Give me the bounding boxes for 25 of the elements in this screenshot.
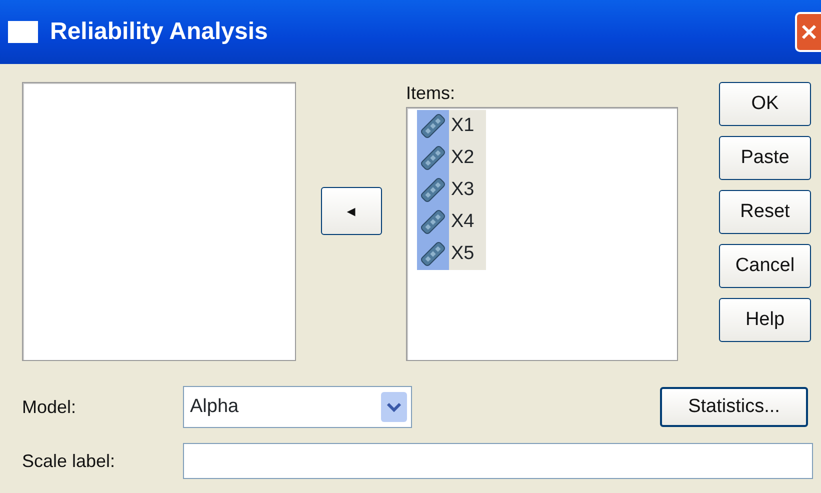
close-icon xyxy=(799,22,819,42)
dialog-button[interactable]: Help xyxy=(719,298,811,342)
list-item[interactable]: X5 xyxy=(417,238,667,270)
statistics-button[interactable]: Statistics... xyxy=(660,387,808,427)
list-item[interactable]: X2 xyxy=(417,142,667,174)
dialog-button[interactable]: OK xyxy=(719,82,811,126)
items-label: Items: xyxy=(406,82,456,105)
variable-list[interactable] xyxy=(22,82,296,361)
scale-label: Scale label: xyxy=(22,450,116,472)
model-dropdown[interactable]: Alpha xyxy=(183,386,412,428)
list-item[interactable]: X4 xyxy=(417,206,667,238)
model-label: Model: xyxy=(22,396,78,418)
ruler-icon xyxy=(419,112,447,140)
dialog-button[interactable]: Reset xyxy=(719,190,811,234)
window-icon xyxy=(8,21,38,43)
move-button[interactable]: ◄ xyxy=(320,187,382,235)
dialog-button[interactable]: Paste xyxy=(719,136,811,180)
ruler-icon xyxy=(419,240,447,268)
scale-label-field[interactable] xyxy=(183,443,813,479)
list-item[interactable]: X3 xyxy=(417,174,667,206)
items-list[interactable]: X1 X2 X3 X4 X5 xyxy=(406,107,678,361)
list-item[interactable]: X1 xyxy=(417,110,667,142)
dialog-button[interactable]: Cancel xyxy=(719,244,811,288)
window-title: Reliability Analysis xyxy=(50,17,268,47)
close-button[interactable] xyxy=(795,12,821,52)
